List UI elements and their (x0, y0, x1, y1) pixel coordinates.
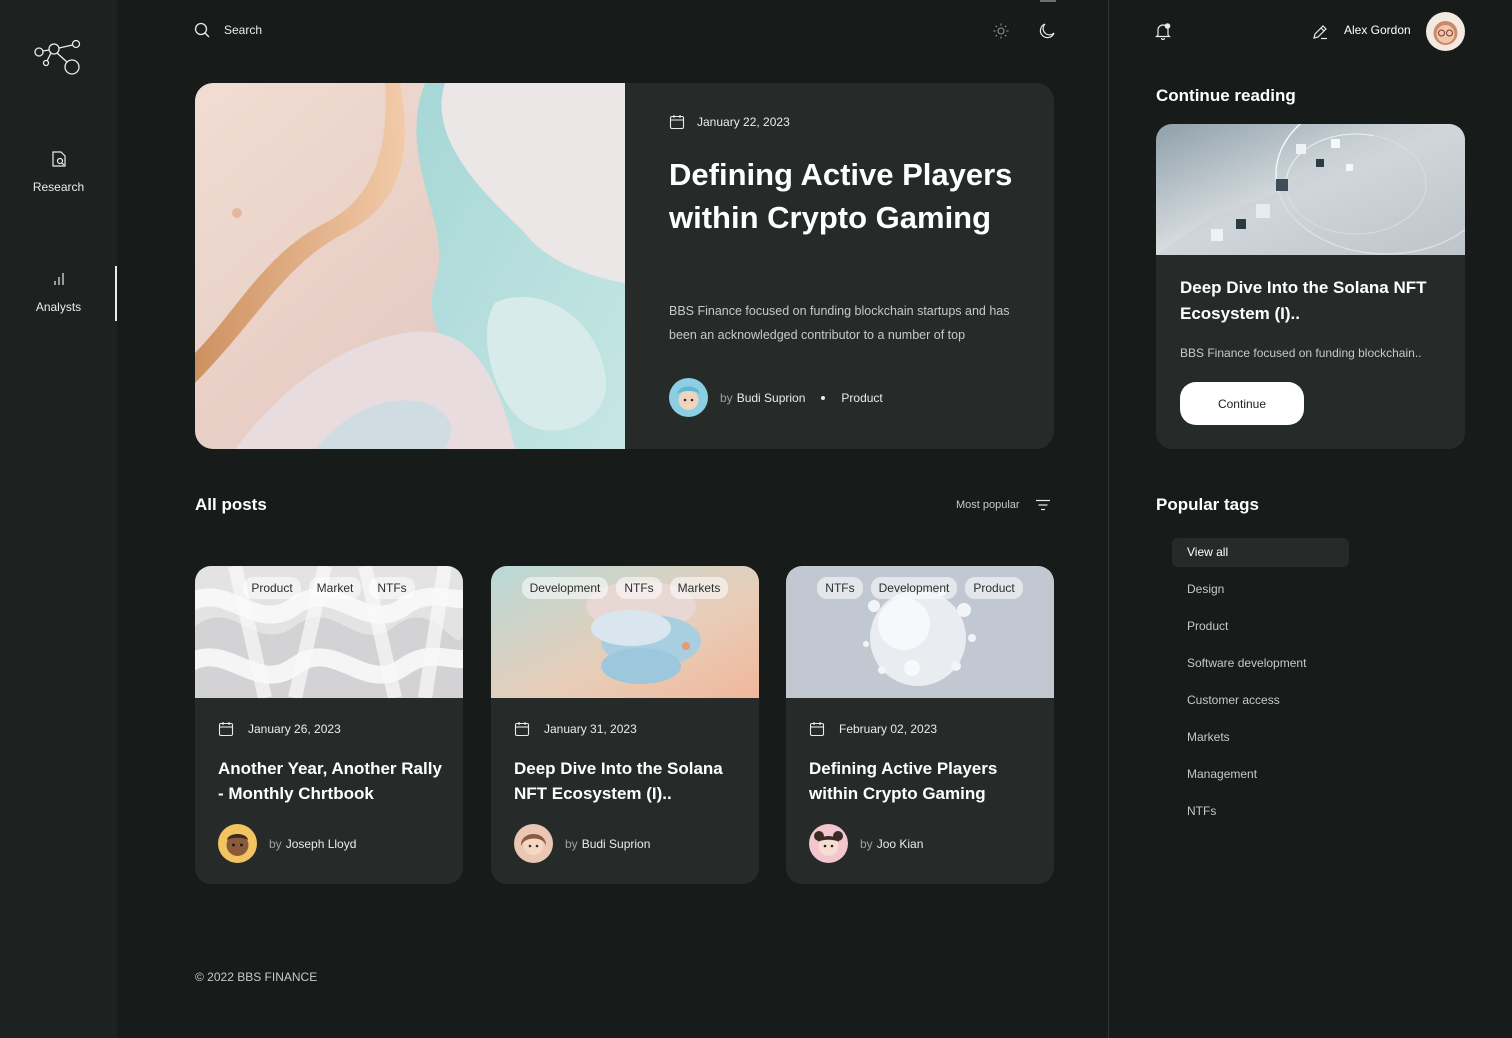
post-date: January 31, 2023 (514, 721, 637, 737)
footer-copyright: © 2022 BBS FINANCE (195, 970, 318, 984)
tag-chip[interactable]: Product (243, 577, 301, 599)
tag-management[interactable]: Management (1172, 760, 1349, 797)
filter-icon (1035, 499, 1050, 511)
tag-chip[interactable]: Market (308, 577, 362, 599)
post-card[interactable]: NTFs Development Product February 02, 20… (786, 566, 1054, 884)
author-name[interactable]: Joseph Lloyd (286, 837, 357, 851)
date-text: January 26, 2023 (248, 722, 341, 736)
sidebar: Research Analysts (0, 0, 117, 1038)
post-date: January 26, 2023 (218, 721, 341, 737)
user-avatar[interactable] (1426, 12, 1465, 51)
active-nav-indicator (115, 266, 117, 321)
sort-label: Most popular (956, 499, 1020, 511)
date-text: January 31, 2023 (544, 722, 637, 736)
featured-post-image (195, 83, 625, 449)
moon-icon[interactable] (1038, 22, 1056, 40)
tag-ntfs[interactable]: NTFs (1172, 797, 1349, 834)
author-name[interactable]: Budi Suprion (582, 837, 651, 851)
calendar-icon (514, 722, 530, 737)
tag-list: Development NTFs Markets (491, 577, 759, 599)
column-divider (1108, 0, 1109, 1038)
post-meta: by Budi Suprion (514, 824, 650, 863)
sidebar-item-label: Research (32, 180, 85, 194)
tag-chip[interactable]: Development (521, 577, 609, 599)
author-name[interactable]: Joo Kian (877, 837, 924, 851)
bell-icon[interactable] (1154, 22, 1172, 40)
section-title-continue-reading: Continue reading (1156, 86, 1296, 105)
featured-post-meta: by Budi Suprion Product (669, 378, 883, 417)
post-meta: by Joo Kian (809, 824, 923, 863)
user-name[interactable]: Alex Gordon (1344, 23, 1411, 37)
continue-button[interactable]: Continue (1180, 382, 1304, 425)
author-avatar[interactable] (669, 378, 708, 417)
section-title-popular-tags: Popular tags (1156, 495, 1259, 514)
tag-chip[interactable]: Product (965, 577, 1023, 599)
tag-chip[interactable]: Development (870, 577, 958, 599)
search-input[interactable]: Search (194, 22, 262, 38)
post-date: February 02, 2023 (809, 721, 937, 737)
tag-list: Product Market NTFs (195, 577, 463, 599)
popular-tags-list: View all Design Product Software develop… (1172, 538, 1349, 834)
sun-icon[interactable] (992, 22, 1010, 40)
by-label: by (269, 836, 282, 851)
author-avatar[interactable] (514, 824, 553, 863)
avatar-icon (218, 824, 257, 863)
sidebar-item-research[interactable]: Research (0, 150, 117, 194)
post-card[interactable]: Product Market NTFs January 26, 2023 Ano… (195, 566, 463, 884)
by-label: by (565, 836, 578, 851)
tag-chip[interactable]: NTFs (369, 577, 415, 599)
research-icon (51, 151, 66, 167)
tag-chip[interactable]: NTFs (616, 577, 662, 599)
tag-product[interactable]: Product (1172, 612, 1349, 649)
featured-post-date: January 22, 2023 (669, 114, 790, 130)
continue-reading-excerpt: BBS Finance focused on funding blockchai… (1180, 346, 1422, 360)
featured-post[interactable]: January 22, 2023 Defining Active Players… (195, 83, 1054, 449)
sidebar-item-analysts[interactable]: Analysts (0, 270, 117, 314)
author-avatar[interactable] (809, 824, 848, 863)
post-title[interactable]: Defining Active Players within Crypto Ga… (809, 756, 1039, 806)
featured-post-excerpt: BBS Finance focused on funding blockchai… (669, 304, 1010, 342)
tag-chip[interactable]: Markets (669, 577, 729, 599)
section-title-all-posts: All posts (195, 495, 267, 514)
author-name[interactable]: Budi Suprion (737, 391, 806, 405)
separator-dot (821, 395, 826, 400)
featured-post-title[interactable]: Defining Active Players within Crypto Ga… (669, 153, 1029, 239)
tag-chip[interactable]: NTFs (817, 577, 863, 599)
calendar-icon (218, 722, 234, 737)
avatar-icon (669, 378, 708, 417)
tag-markets[interactable]: Markets (1172, 723, 1349, 760)
post-card[interactable]: Development NTFs Markets January 31, 202… (491, 566, 759, 884)
search-label: Search (224, 23, 263, 37)
avatar-icon (514, 824, 553, 863)
edit-icon[interactable] (1312, 24, 1328, 40)
avatar-icon (809, 824, 848, 863)
bar-chart-icon (53, 273, 64, 285)
continue-reading-card[interactable]: Deep Dive Into the Solana NFT Ecosystem … (1156, 124, 1465, 449)
tag-list: NTFs Development Product (786, 577, 1054, 599)
logo-icon[interactable] (32, 36, 84, 76)
tag-software-development[interactable]: Software development (1172, 649, 1349, 686)
calendar-icon (669, 115, 685, 130)
tag-design[interactable]: Design (1172, 575, 1349, 612)
by-label: by (720, 390, 733, 405)
scroll-indicator (1040, 0, 1056, 2)
calendar-icon (809, 722, 825, 737)
date-text: February 02, 2023 (839, 722, 938, 736)
continue-reading-image (1156, 124, 1465, 255)
tag-customer-access[interactable]: Customer access (1172, 686, 1349, 723)
avatar-icon (1426, 12, 1465, 51)
author-avatar[interactable] (218, 824, 257, 863)
date-text: January 22, 2023 (697, 115, 790, 129)
sort-dropdown[interactable]: Most popular (956, 499, 1050, 511)
continue-reading-title[interactable]: Deep Dive Into the Solana NFT Ecosystem … (1180, 275, 1450, 327)
by-label: by (860, 836, 873, 851)
sidebar-item-label: Analysts (35, 300, 82, 314)
tag-view-all[interactable]: View all (1172, 538, 1349, 567)
search-icon (194, 22, 210, 38)
post-title[interactable]: Deep Dive Into the Solana NFT Ecosystem … (514, 756, 744, 806)
category-label[interactable]: Product (841, 391, 882, 405)
post-meta: by Joseph Lloyd (218, 824, 356, 863)
post-title[interactable]: Another Year, Another Rally - Monthly Ch… (218, 756, 448, 806)
